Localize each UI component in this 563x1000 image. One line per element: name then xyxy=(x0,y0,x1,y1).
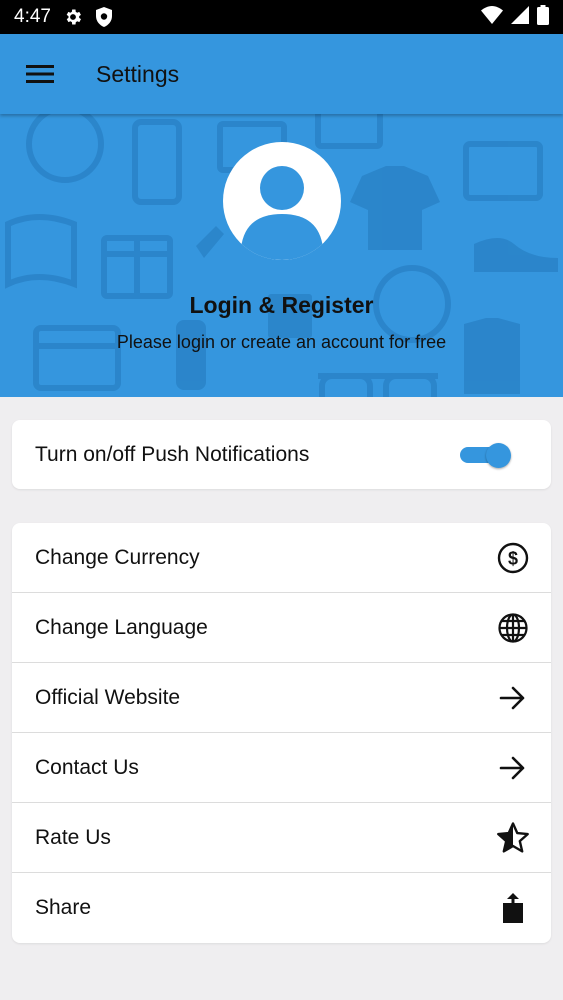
login-subtitle: Please login or create an account for fr… xyxy=(116,332,447,352)
status-bar: 4:47 xyxy=(0,0,563,34)
change-language-item[interactable]: Change Language xyxy=(12,593,551,663)
share-icon xyxy=(496,891,530,925)
arrow-right-icon xyxy=(496,681,530,715)
toggle-thumb xyxy=(486,442,511,468)
login-title[interactable]: Login & Register xyxy=(0,292,563,319)
arrow-right-icon xyxy=(496,751,530,785)
contact-us-item[interactable]: Contact Us xyxy=(12,733,551,803)
push-notifications-card: Turn on/off Push Notifications xyxy=(12,420,551,489)
battery-icon xyxy=(537,4,549,30)
dollar-circle-icon: $ xyxy=(496,541,530,575)
push-notifications-toggle[interactable] xyxy=(458,442,512,468)
avatar[interactable] xyxy=(223,142,341,260)
list-item-label: Official Website xyxy=(35,685,181,709)
status-time: 4:47 xyxy=(14,6,51,27)
cell-signal-icon xyxy=(511,5,529,29)
login-header[interactable]: Login & Register Please login or create … xyxy=(0,114,563,397)
shield-icon xyxy=(95,7,113,27)
settings-list: Change Currency $ Change Language Offici… xyxy=(12,523,551,943)
app-bar: Settings xyxy=(0,34,563,114)
push-notifications-label: Turn on/off Push Notifications xyxy=(35,442,310,466)
menu-button[interactable] xyxy=(0,34,80,114)
list-item-label: Change Language xyxy=(35,615,208,639)
official-website-item[interactable]: Official Website xyxy=(12,663,551,733)
change-currency-item[interactable]: Change Currency $ xyxy=(12,523,551,593)
share-item[interactable]: Share xyxy=(12,873,551,943)
hamburger-menu-icon xyxy=(26,65,54,83)
list-item-label: Rate Us xyxy=(35,825,111,849)
page-title: Settings xyxy=(96,60,180,87)
svg-text:$: $ xyxy=(508,548,518,568)
globe-icon xyxy=(496,611,530,645)
wifi-icon xyxy=(481,5,503,29)
rate-us-item[interactable]: Rate Us xyxy=(12,803,551,873)
user-avatar-icon xyxy=(241,166,323,260)
star-icon xyxy=(496,821,530,855)
list-item-label: Contact Us xyxy=(35,755,139,779)
gear-icon xyxy=(63,7,83,27)
list-item-label: Change Currency xyxy=(35,545,200,569)
list-item-label: Share xyxy=(35,896,92,919)
